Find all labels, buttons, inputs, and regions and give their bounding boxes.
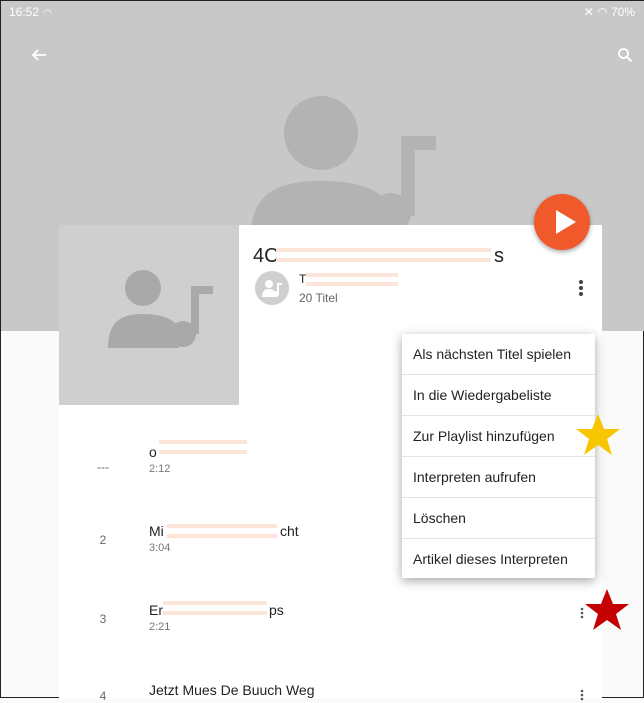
artist-music-thumb-icon — [108, 270, 213, 348]
artist-music-avatar-icon — [262, 280, 282, 297]
album-more-button[interactable] — [575, 279, 587, 297]
menu-item-play-next[interactable]: Als nächsten Titel spielen — [402, 334, 595, 375]
redaction-bar — [306, 273, 398, 277]
track-duration: 2:21 — [149, 621, 171, 633]
more-vertical-icon — [579, 280, 583, 296]
play-button[interactable] — [534, 194, 590, 250]
redaction-bar — [167, 534, 277, 538]
status-right: ✕ ◠ 70% — [584, 1, 635, 23]
track-title: o — [149, 444, 157, 460]
track-number: 3 — [99, 612, 107, 626]
redaction-bar — [163, 611, 267, 615]
track-duration: 2:12 — [149, 463, 171, 475]
redaction-bar — [159, 450, 247, 454]
track-title: Mi — [149, 523, 164, 539]
artist-avatar — [255, 271, 289, 305]
track-title: Jetzt Mues De Buuch Weg — [149, 682, 315, 698]
track-number: --- — [97, 460, 109, 474]
status-time: 16:52 ◠ — [9, 5, 52, 19]
track-duration: 3:04 — [149, 542, 171, 554]
track-title-end: ps — [269, 602, 284, 618]
artist-music-art-icon — [251, 96, 436, 236]
track-number: 2 — [99, 533, 107, 547]
track-title: Er — [149, 602, 163, 618]
gold-star-icon — [576, 414, 620, 455]
album-title-end: s — [494, 245, 504, 267]
more-vertical-icon — [580, 689, 584, 701]
menu-item-add-to-queue[interactable]: In die Wiedergabeliste — [402, 375, 595, 416]
redaction-bar — [276, 258, 491, 262]
track-more-button[interactable] — [576, 689, 588, 701]
redaction-bar — [159, 440, 247, 444]
redaction-bar — [306, 282, 398, 286]
status-bar: 16:52 ◠ ✕ ◠ 70% — [1, 1, 644, 23]
track-count: 20 Titel — [299, 291, 338, 305]
track-title-end: cht — [280, 523, 299, 539]
menu-item-add-to-playlist[interactable]: Zur Playlist hinzufügen — [402, 416, 595, 457]
redaction-bar — [163, 601, 267, 605]
redaction-bar — [167, 524, 277, 528]
red-star-icon — [585, 589, 629, 630]
mute-icon: ✕ — [583, 5, 594, 19]
menu-item-go-to-artist[interactable]: Interpreten aufrufen — [402, 457, 595, 498]
wifi-icon: ◠ — [43, 8, 52, 19]
arrow-left-icon — [31, 49, 46, 61]
play-icon — [556, 210, 576, 234]
redaction-bar — [276, 248, 491, 252]
wifi-icon: ◠ — [597, 5, 608, 19]
album-title-start: 4C — [253, 245, 279, 267]
context-menu: Als nächsten Titel spielen In die Wieder… — [402, 334, 595, 578]
menu-item-artist-articles[interactable]: Artikel dieses Interpreten — [402, 539, 595, 579]
track-number: 4 — [99, 689, 107, 703]
menu-item-delete[interactable]: Löschen — [402, 498, 595, 539]
back-button[interactable] — [25, 41, 53, 69]
search-icon — [618, 48, 633, 63]
search-button[interactable] — [611, 41, 639, 69]
album-thumbnail — [59, 225, 239, 405]
battery-level: 70% — [610, 5, 635, 19]
